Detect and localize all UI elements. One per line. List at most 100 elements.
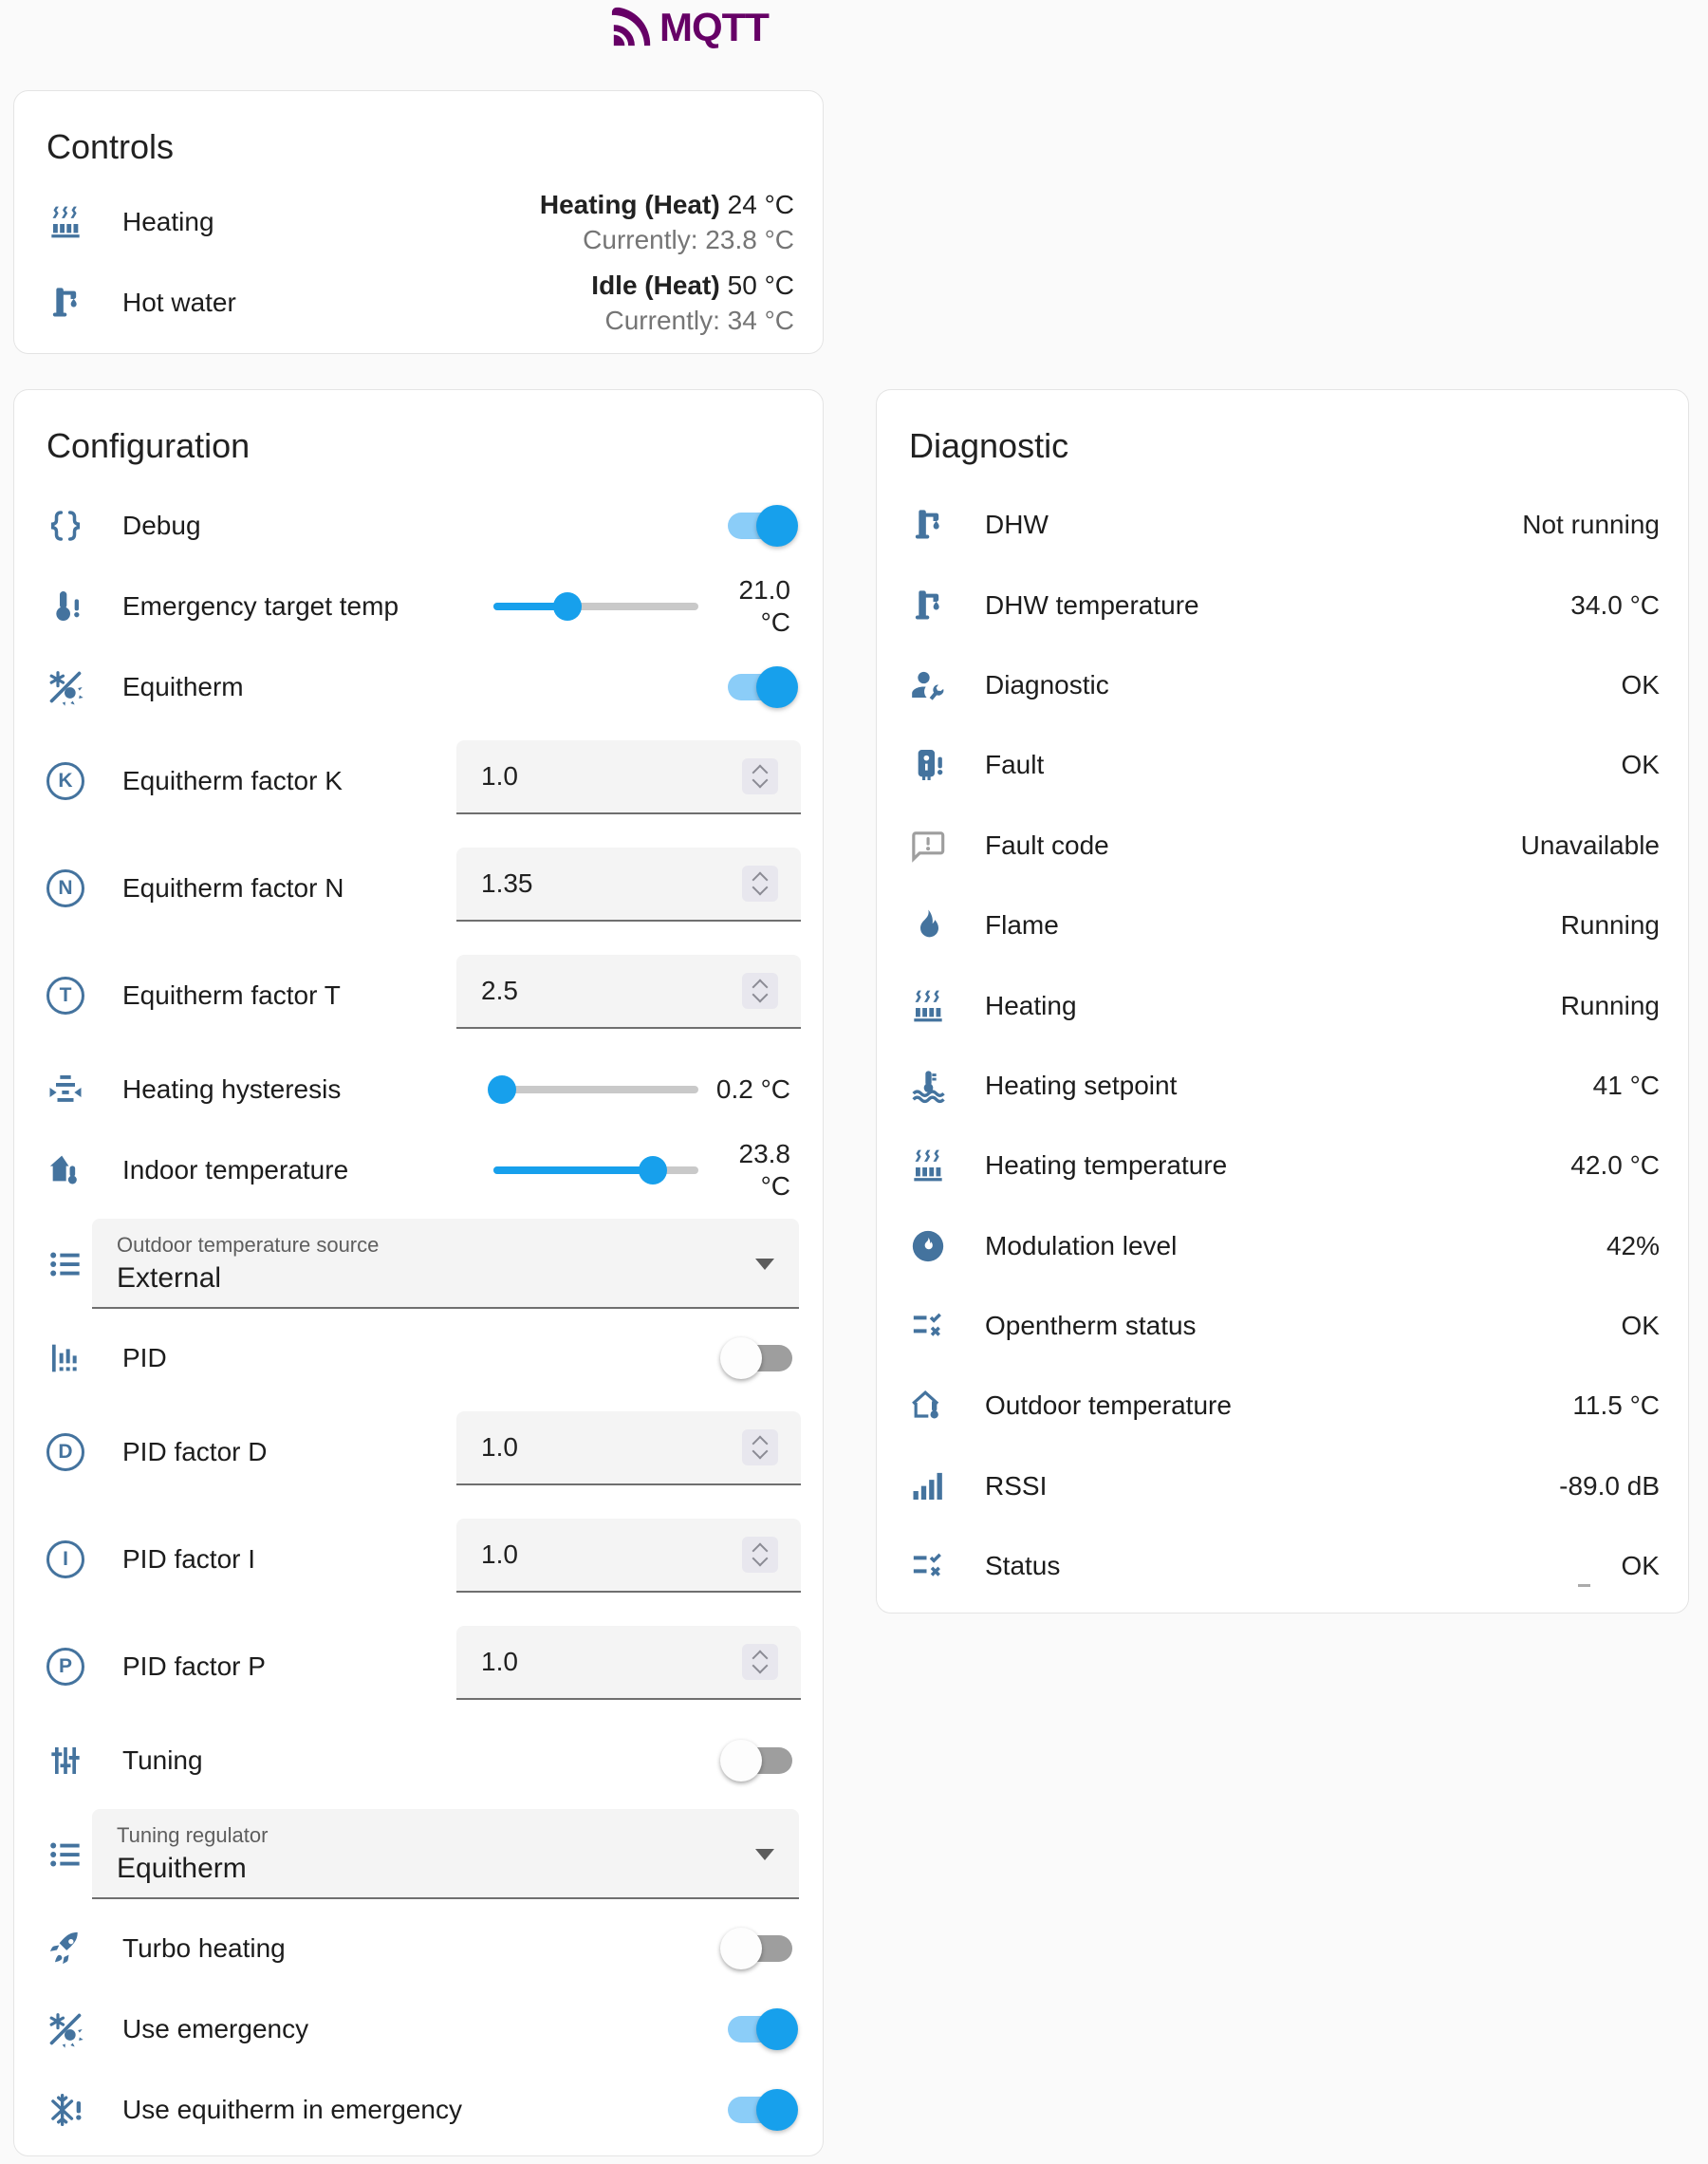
tuning-toggle[interactable] xyxy=(726,1740,794,1782)
number-value: 1.0 xyxy=(481,1432,518,1463)
number-stepper[interactable] xyxy=(742,1537,778,1573)
control-row-heating[interactable]: Heating Heating (Heat)24 °C Currently: 2… xyxy=(14,181,823,262)
home-thermometer-icon xyxy=(46,1151,84,1189)
row-value: Running xyxy=(1561,910,1660,941)
config-row-emergency-target-temp: Emergency target temp 21.0 °C xyxy=(14,566,823,646)
row-value: 41 °C xyxy=(1593,1071,1660,1101)
select-value: External xyxy=(117,1262,221,1295)
diag-row-rssi[interactable]: RSSI -89.0 dB xyxy=(877,1446,1688,1526)
indoor-temperature-slider[interactable] xyxy=(493,1156,698,1185)
equitherm-toggle[interactable] xyxy=(726,666,794,708)
alpha-k-circle-icon: K xyxy=(46,762,84,800)
config-row-heating-hysteresis: Heating hysteresis 0.2 °C xyxy=(14,1049,823,1129)
diag-row-modulation-level[interactable]: Modulation level 42% xyxy=(877,1206,1688,1286)
heating-hysteresis-slider[interactable] xyxy=(493,1075,698,1104)
diag-row-heating-setpoint[interactable]: Heating setpoint 41 °C xyxy=(877,1046,1688,1126)
slider-thumb[interactable] xyxy=(488,1075,516,1104)
use-emergency-toggle[interactable] xyxy=(726,2008,794,2050)
number-value: 2.5 xyxy=(481,976,518,1006)
diag-row-dhw[interactable]: DHW Not running xyxy=(877,485,1688,565)
tuning-regulator-select[interactable]: Tuning regulator Equitherm xyxy=(92,1809,799,1899)
row-label: DHW xyxy=(985,510,1049,540)
diag-row-heating[interactable]: Heating Running xyxy=(877,965,1688,1045)
diag-row-opentherm-status[interactable]: Opentherm status OK xyxy=(877,1286,1688,1366)
water-pump-icon xyxy=(46,284,84,322)
row-value: 34.0 °C xyxy=(1570,590,1660,621)
radiator-icon xyxy=(909,987,947,1025)
row-label: Turbo heating xyxy=(122,1933,286,1964)
number-stepper[interactable] xyxy=(742,1644,778,1680)
slider-thumb[interactable] xyxy=(553,592,582,621)
row-label: Fault code xyxy=(985,830,1109,861)
dropdown-arrow-icon[interactable] xyxy=(755,1259,774,1270)
row-label: Diagnostic xyxy=(985,670,1109,700)
pid-factor-i-input[interactable]: 1.0 xyxy=(456,1519,801,1593)
diag-row-heating-temperature[interactable]: Heating temperature 42.0 °C xyxy=(877,1126,1688,1205)
slider-thumb[interactable] xyxy=(639,1156,667,1185)
emergency-target-temp-slider[interactable] xyxy=(493,592,698,621)
row-label: Flame xyxy=(985,910,1059,941)
list-status-icon xyxy=(909,1547,947,1585)
water-pump-icon xyxy=(909,587,947,625)
diag-row-dhw-temperature[interactable]: DHW temperature 34.0 °C xyxy=(877,565,1688,644)
config-row-debug: Debug xyxy=(14,485,823,566)
number-stepper[interactable] xyxy=(742,758,778,794)
equitherm-factor-k-input[interactable]: 1.0 xyxy=(456,740,801,814)
row-label: Debug xyxy=(122,511,201,541)
diag-row-outdoor-temperature[interactable]: Outdoor temperature 11.5 °C xyxy=(877,1366,1688,1446)
row-value: 42% xyxy=(1606,1231,1660,1261)
debug-toggle[interactable] xyxy=(726,505,794,547)
target-temp: 24 °C xyxy=(728,190,794,219)
diag-row-fault[interactable]: Fault OK xyxy=(877,725,1688,805)
row-label: PID xyxy=(122,1343,167,1373)
state-text: Idle (Heat) xyxy=(591,270,719,300)
diag-row-fault-code[interactable]: Fault code Unavailable xyxy=(877,806,1688,886)
controls-title: Controls xyxy=(14,91,823,167)
control-label: Heating xyxy=(122,207,214,237)
select-label: Outdoor temperature source xyxy=(117,1233,379,1258)
pid-factor-p-input[interactable]: 1.0 xyxy=(456,1626,801,1700)
outdoor-temperature-source-select[interactable]: Outdoor temperature source External xyxy=(92,1219,799,1309)
row-label: Tuning xyxy=(122,1745,203,1776)
dropdown-arrow-icon[interactable] xyxy=(755,1849,774,1860)
diag-row-flame[interactable]: Flame Running xyxy=(877,886,1688,965)
config-row-use-emergency: Use emergency xyxy=(14,1988,823,2069)
alpha-t-circle-icon: T xyxy=(46,977,84,1015)
diag-row-diagnostic[interactable]: Diagnostic OK xyxy=(877,645,1688,725)
config-row-turbo-heating: Turbo heating xyxy=(14,1908,823,1988)
config-row-use-equitherm-in-emergency: Use equitherm in emergency xyxy=(14,2069,823,2150)
list-status-icon xyxy=(909,1307,947,1345)
number-value: 1.0 xyxy=(481,761,518,792)
config-row-outdoor-temperature-source: Outdoor temperature source External xyxy=(14,1210,823,1317)
diag-row-status[interactable]: Status OK xyxy=(877,1526,1688,1606)
pid-factor-d-input[interactable]: 1.0 xyxy=(456,1411,801,1485)
row-label: DHW temperature xyxy=(985,590,1199,621)
climate-state[interactable]: Heating (Heat)24 °C Currently: 23.8 °C xyxy=(540,187,794,257)
hysteresis-icon xyxy=(46,1071,84,1109)
number-stepper[interactable] xyxy=(742,973,778,1009)
climate-state[interactable]: Idle (Heat)50 °C Currently: 34 °C xyxy=(591,268,794,338)
number-stepper[interactable] xyxy=(742,1429,778,1465)
number-stepper[interactable] xyxy=(742,866,778,902)
alpha-p-circle-icon: P xyxy=(46,1648,84,1686)
equitherm-factor-n-input[interactable]: 1.35 xyxy=(456,848,801,922)
config-row-equitherm-factor-n: N Equitherm factor N 1.35 xyxy=(14,834,823,942)
row-label: RSSI xyxy=(985,1471,1047,1502)
row-value: OK xyxy=(1622,670,1660,700)
stray-mark xyxy=(1578,1584,1590,1587)
number-value: 1.0 xyxy=(481,1647,518,1677)
slider-value: 21.0 °C xyxy=(739,574,791,639)
control-row-hot-water[interactable]: Hot water Idle (Heat)50 °C Currently: 34… xyxy=(14,262,823,343)
message-alert-icon xyxy=(909,827,947,865)
pid-toggle[interactable] xyxy=(726,1337,794,1379)
radiator-icon xyxy=(909,1147,947,1185)
mqtt-logo-icon xyxy=(610,6,654,49)
rocket-icon xyxy=(46,1930,84,1968)
use-equitherm-in-emergency-toggle[interactable] xyxy=(726,2089,794,2131)
sun-snowflake-icon xyxy=(46,2010,84,2048)
row-label: Heating temperature xyxy=(985,1150,1227,1181)
config-row-pid: PID xyxy=(14,1317,823,1398)
equitherm-factor-t-input[interactable]: 2.5 xyxy=(456,955,801,1029)
turbo-heating-toggle[interactable] xyxy=(726,1928,794,1969)
row-value: Running xyxy=(1561,991,1660,1021)
